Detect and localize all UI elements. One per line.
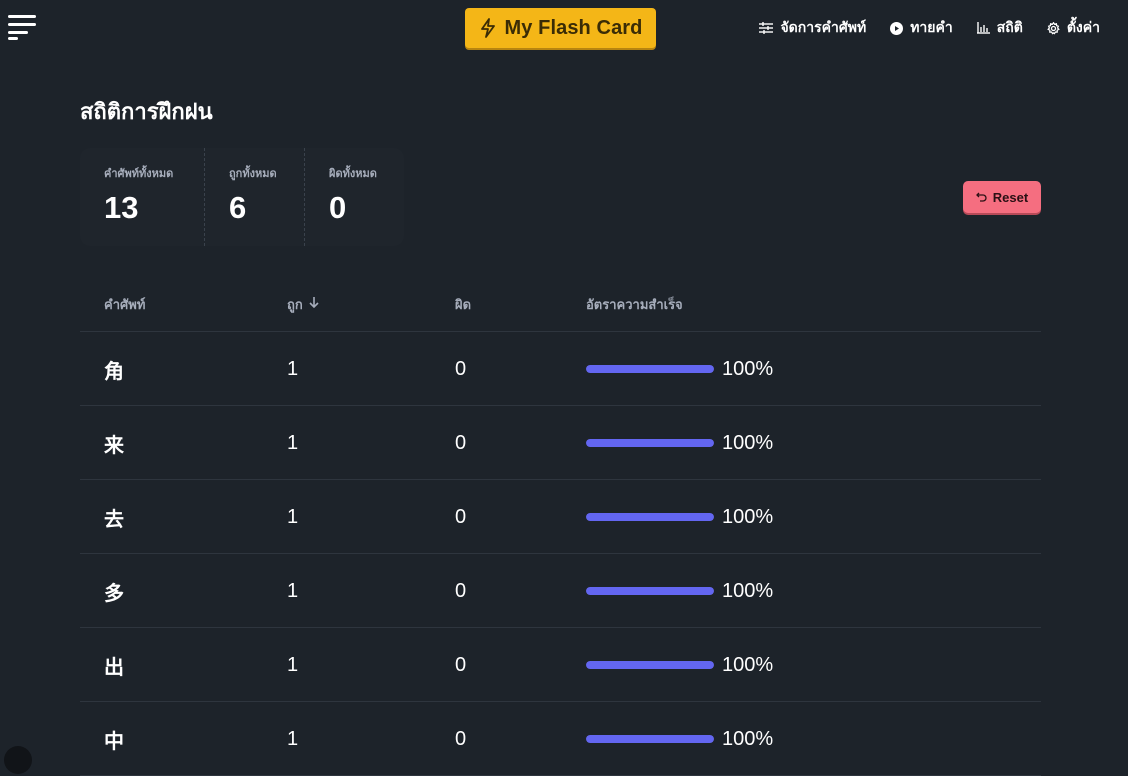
word-cell: 出 — [104, 654, 124, 679]
nav-settings[interactable]: ตั้งค่า — [1047, 17, 1100, 39]
stats-panel: คำศัพท์ทั้งหมด 13 ถูกทั้งหมด 6 ผิดทั้งหม… — [80, 148, 404, 246]
rate-cell: 100% — [586, 332, 773, 406]
word-cell: 角 — [104, 358, 124, 383]
table-row: 中 1 0 100% — [80, 702, 1041, 776]
nav-label: ทายคำ — [910, 20, 953, 36]
bar-chart-icon — [976, 22, 990, 34]
rate-label: 100% — [722, 727, 774, 750]
stat-total-correct: ถูกทั้งหมด 6 — [204, 148, 304, 246]
table-body: 角 1 0 100% 来 1 0 100% 去 1 0 100% 多 1 0 100% 出 1 0 100% 中 1 0 10… — [80, 332, 1041, 776]
correct-cell: 1 — [287, 653, 299, 676]
brand-button[interactable]: My Flash Card — [465, 8, 656, 48]
progress-bar — [586, 439, 714, 447]
rate-label: 100% — [722, 653, 774, 676]
reset-label: Reset — [992, 189, 1029, 205]
progress-bar — [586, 513, 714, 521]
rate-label: 100% — [722, 579, 774, 602]
top-navbar: My Flash Card จัดการคำศัพท์ ทายคำ สถิติ … — [0, 0, 1128, 56]
correct-cell: 1 — [287, 431, 299, 454]
progress-fill — [586, 587, 714, 595]
progress-fill — [586, 439, 714, 447]
stat-total-words: คำศัพท์ทั้งหมด 13 — [80, 148, 204, 246]
header-correct-label: ถูก — [287, 298, 303, 313]
progress-bar — [586, 735, 714, 743]
table-row: 多 1 0 100% — [80, 554, 1041, 628]
progress-bar — [586, 365, 714, 373]
rate-cell: 100% — [586, 554, 773, 628]
rate-label: 100% — [722, 431, 774, 454]
wrong-cell: 0 — [455, 579, 467, 602]
progress-bar — [586, 661, 714, 669]
rate-cell: 100% — [586, 406, 773, 480]
rate-label: 100% — [722, 357, 774, 380]
header-wrong[interactable]: ผิด — [455, 294, 471, 315]
rate-cell: 100% — [586, 628, 773, 702]
table-row: 出 1 0 100% — [80, 628, 1041, 702]
main-nav: จัดการคำศัพท์ ทายคำ สถิติ ตั้งค่า — [759, 17, 1100, 39]
sliders-icon — [759, 22, 774, 34]
gear-icon — [1047, 21, 1060, 35]
word-cell: 去 — [104, 506, 124, 531]
stat-value: 0 — [329, 190, 347, 225]
wrong-cell: 0 — [455, 653, 467, 676]
table-row: 角 1 0 100% — [80, 332, 1041, 406]
progress-fill — [586, 513, 714, 521]
progress-fill — [586, 365, 714, 373]
table-header: คำศัพท์ ถูก ผิด อัตราความสำเร็จ — [80, 278, 1041, 332]
nav-label: ตั้งค่า — [1066, 20, 1100, 36]
header-rate[interactable]: อัตราความสำเร็จ — [586, 294, 683, 315]
stat-value: 6 — [229, 190, 247, 225]
header-correct[interactable]: ถูก — [287, 294, 319, 315]
progress-bar — [586, 587, 714, 595]
nav-guess[interactable]: ทายคำ — [890, 17, 953, 39]
hamburger-menu-icon[interactable] — [8, 15, 38, 41]
progress-fill — [586, 661, 714, 669]
page-title: สถิติการฝึกฝน — [80, 100, 213, 125]
play-circle-icon — [890, 21, 904, 35]
table-row: 去 1 0 100% — [80, 480, 1041, 554]
wrong-cell: 0 — [455, 727, 467, 750]
nav-label: จัดการคำศัพท์ — [780, 20, 867, 36]
stat-total-wrong: ผิดทั้งหมด 0 — [304, 148, 404, 246]
nav-stats[interactable]: สถิติ — [976, 17, 1023, 39]
floating-button[interactable] — [4, 746, 32, 774]
wrong-cell: 0 — [455, 431, 467, 454]
nav-label: สถิติ — [996, 20, 1023, 36]
rate-cell: 100% — [586, 702, 773, 776]
brand-label: My Flash Card — [504, 16, 643, 39]
progress-fill — [586, 735, 714, 743]
rate-label: 100% — [722, 505, 774, 528]
stats-table: คำศัพท์ ถูก ผิด อัตราความสำเร็จ 角 1 0 100% 来… — [80, 278, 1041, 776]
correct-cell: 1 — [287, 579, 299, 602]
arrow-down-icon — [309, 297, 319, 312]
undo-icon — [975, 190, 987, 205]
stat-title: ผิดทั้งหมด — [329, 167, 377, 180]
stat-value: 13 — [104, 190, 139, 225]
lightning-icon — [479, 18, 497, 38]
stat-title: คำศัพท์ทั้งหมด — [104, 167, 174, 180]
reset-button[interactable]: Reset — [963, 181, 1041, 213]
header-word[interactable]: คำศัพท์ — [104, 294, 145, 315]
correct-cell: 1 — [287, 727, 299, 750]
rate-cell: 100% — [586, 480, 773, 554]
correct-cell: 1 — [287, 357, 299, 380]
wrong-cell: 0 — [455, 505, 467, 528]
word-cell: 多 — [104, 580, 124, 605]
correct-cell: 1 — [287, 505, 299, 528]
word-cell: 来 — [104, 432, 124, 457]
nav-manage-words[interactable]: จัดการคำศัพท์ — [759, 17, 866, 39]
wrong-cell: 0 — [455, 357, 467, 380]
word-cell: 中 — [104, 728, 124, 753]
table-row: 来 1 0 100% — [80, 406, 1041, 480]
stat-title: ถูกทั้งหมด — [229, 167, 277, 180]
